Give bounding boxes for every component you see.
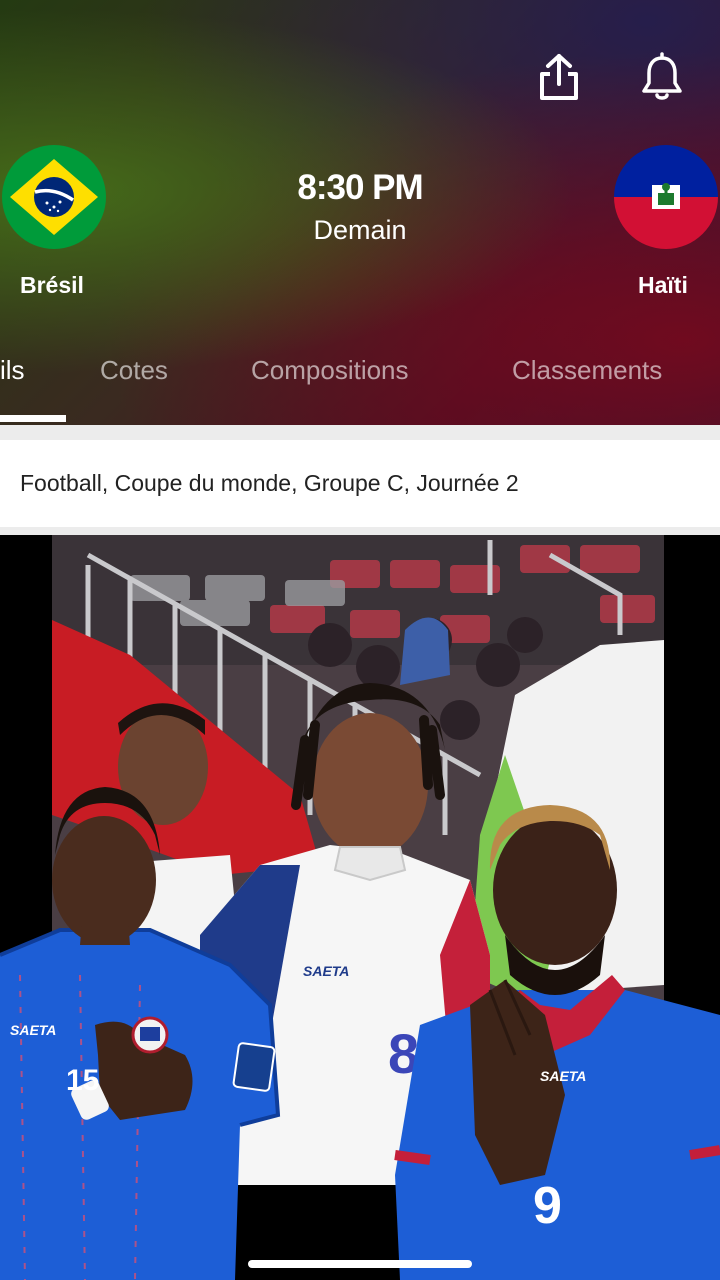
video-content[interactable]: SAETA 8 SAETA 15 SAETA 9 bbox=[0, 535, 720, 1280]
competition-info: Football, Coupe du monde, Groupe C, Jour… bbox=[20, 470, 519, 496]
divider bbox=[0, 425, 720, 440]
left-shirt-brand: SAETA bbox=[10, 1022, 56, 1038]
left-jersey-number: 15 bbox=[66, 1064, 99, 1097]
bell-icon bbox=[642, 52, 682, 100]
brazil-flag-icon[interactable] bbox=[2, 145, 106, 249]
tab-standings[interactable]: Classements bbox=[512, 355, 662, 386]
match-header: Brésil 8:30 PM Demain Haïti ils Cotes Co… bbox=[0, 0, 720, 425]
tab-lineups[interactable]: Compositions bbox=[251, 355, 409, 386]
center-shirt-brand: SAETA bbox=[303, 963, 349, 979]
competition-info-bar: Football, Coupe du monde, Groupe C, Jour… bbox=[0, 440, 720, 527]
tab-details[interactable]: ils bbox=[0, 355, 25, 386]
right-shirt-brand: SAETA bbox=[540, 1068, 586, 1084]
away-team-name[interactable]: Haïti bbox=[638, 272, 688, 299]
tab-odds[interactable]: Cotes bbox=[100, 355, 168, 386]
match-day: Demain bbox=[313, 215, 407, 245]
share-button[interactable] bbox=[534, 52, 584, 104]
share-icon bbox=[540, 54, 578, 100]
right-jersey-number: 9 bbox=[533, 1177, 562, 1235]
match-time: 8:30 PM bbox=[297, 168, 423, 207]
active-tab-indicator bbox=[0, 415, 66, 422]
notification-button[interactable] bbox=[637, 52, 687, 104]
match-tabs: ils Cotes Compositions Classements bbox=[0, 355, 720, 395]
home-indicator[interactable] bbox=[248, 1260, 472, 1268]
home-team-name[interactable]: Brésil bbox=[20, 272, 84, 299]
divider bbox=[0, 527, 720, 535]
haiti-flag-icon[interactable] bbox=[614, 145, 718, 249]
